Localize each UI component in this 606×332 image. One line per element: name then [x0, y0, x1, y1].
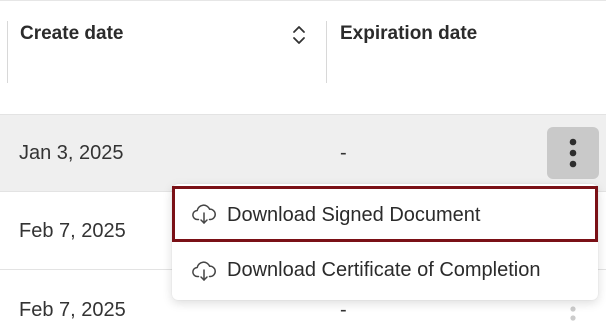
column-divider [326, 21, 327, 83]
column-header-create-date[interactable]: Create date [20, 23, 124, 45]
column-header-expiration-date[interactable]: Expiration date [340, 23, 477, 45]
cloud-download-icon [192, 204, 216, 224]
create-date-cell: Feb 7, 2025 [19, 299, 126, 321]
menu-item-label: Download Signed Document [227, 204, 481, 226]
sort-icon[interactable] [290, 23, 308, 47]
expiration-date-cell: - [340, 142, 347, 164]
menu-item-download-certificate[interactable]: Download Certificate of Completion [172, 246, 598, 296]
create-date-cell: Jan 3, 2025 [19, 142, 124, 164]
cloud-download-icon [192, 261, 216, 281]
create-date-cell: Feb 7, 2025 [19, 220, 126, 242]
table-header: Create date Expiration date [0, 1, 606, 115]
row-actions-button[interactable] [547, 127, 599, 179]
table-row[interactable]: Jan 3, 2025 - [0, 115, 606, 192]
column-divider [7, 21, 8, 83]
expiration-date-cell: - [340, 299, 347, 321]
row-actions-menu: Download Signed Document Download Certif… [172, 184, 598, 300]
menu-item-label: Download Certificate of Completion [227, 259, 541, 281]
menu-item-download-signed-document[interactable]: Download Signed Document [172, 186, 598, 242]
more-vertical-icon [569, 138, 577, 168]
more-vertical-icon[interactable] [568, 306, 578, 326]
